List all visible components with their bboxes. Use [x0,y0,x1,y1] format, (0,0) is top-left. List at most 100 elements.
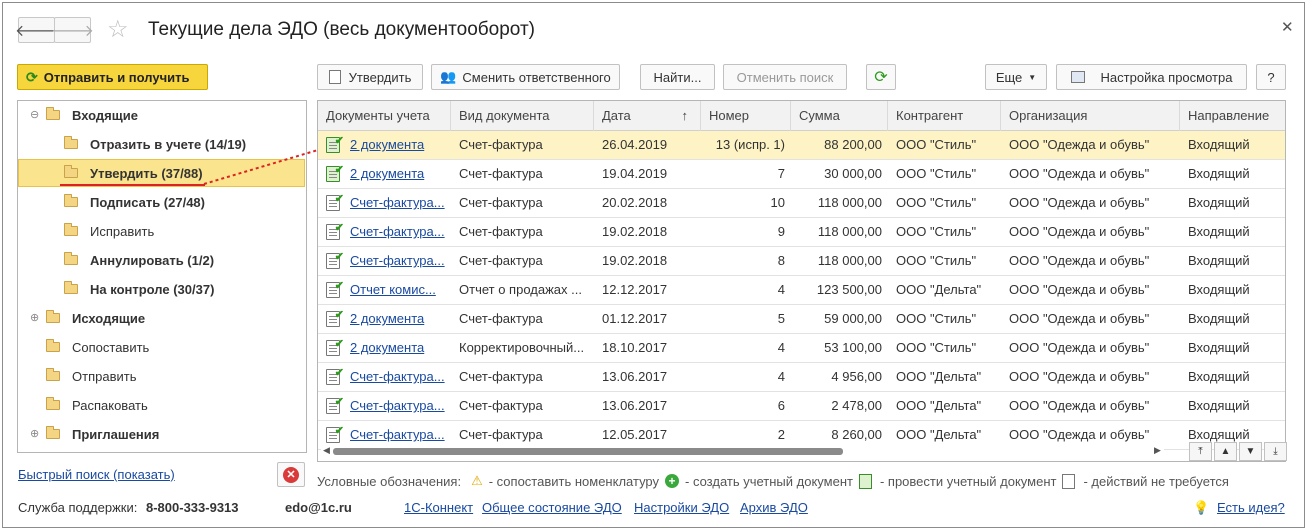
change-responsible-button[interactable]: 👥 Сменить ответственного [431,64,620,90]
scroll-bottom-button[interactable]: ⤓ [1264,442,1287,461]
table-cell-sum: 30 000,00 [824,166,882,181]
table-cell-date: 18.10.2017 [602,340,668,355]
tree-node[interactable]: На контроле (30/37) [64,278,214,300]
table-cell-dir: Входящий [1188,340,1250,355]
table-cell-doc[interactable]: ✔ Счет-фактура... [318,247,451,275]
tree-node[interactable]: Отправить [46,365,136,387]
table-cell-partner: ООО "Стиль" [896,137,977,152]
scroll-down-button[interactable]: ▼ [1239,442,1262,461]
expand-icon[interactable]: ⊕ [30,427,39,440]
collapse-icon[interactable]: ⊖ [30,108,39,121]
column-header[interactable]: Документы учета [318,101,451,131]
link-edo-status[interactable]: Общее состояние ЭДО [482,500,622,515]
table-row[interactable]: ✔ Отчет комис... Отчет о продажах ... 12.12… [318,276,1285,305]
table-row[interactable]: ✔ Счет-фактура... Счет-фактура 13.06.2017 4 4… [318,363,1285,392]
link-1c-connect[interactable]: 1С-Коннект [404,500,473,515]
more-button[interactable]: Еще ▼ [985,64,1047,90]
table-cell-doc[interactable]: ✔ Счет-фактура... [318,218,451,246]
link-edo-archive[interactable]: Архив ЭДО [740,500,808,515]
scroll-top-button[interactable]: ⤒ [1189,442,1212,461]
column-header[interactable]: Организация [1001,101,1180,131]
clear-button[interactable]: ✕ [277,462,305,487]
send-receive-button[interactable]: ⟳ Отправить и получить [17,64,208,90]
column-header[interactable]: Контрагент [888,101,1001,131]
table-row[interactable]: ✔ 2 документа Счет-фактура 19.04.2019 7 30 00… [318,160,1285,189]
table-cell-partner: ООО "Дельта" [896,282,982,297]
scroll-right-icon[interactable]: ▶ [1154,445,1161,456]
refresh-button[interactable]: ⟳ [866,64,896,90]
tree-node-label: Утвердить (37/88) [90,165,203,181]
table-cell-doc[interactable]: ✔ 2 документа [318,334,451,362]
tree-node[interactable]: Подписать (27/48) [64,191,205,213]
table-cell-doc[interactable]: ✔ 2 документа [318,160,451,188]
table-cell-date: 19.04.2019 [602,166,668,181]
table-cell-partner: ООО "Стиль" [896,253,977,268]
tree-node-label: Распаковать [72,397,148,413]
table-row[interactable]: ✔ 2 документа Счет-фактура 26.04.2019 13 (ис… [318,131,1285,160]
table-cell-doc[interactable]: ✔ Отчет комис... [318,276,451,304]
table-row[interactable]: ✔ Счет-фактура... Счет-фактура 19.02.2018 9 1… [318,218,1285,247]
tree-node[interactable]: Аннулировать (1/2) [64,249,214,271]
scroll-left-icon[interactable]: ◀ [323,445,330,456]
folder-icon [46,310,60,323]
quick-search-link[interactable]: Быстрый поиск (показать) [18,467,175,482]
table-header: Документы учета Вид документа Дата ↑ Номер Су… [318,101,1285,131]
tree-node[interactable]: Сопоставить [46,336,149,358]
table-row[interactable]: ✔ Счет-фактура... Счет-фактура 13.06.2017 6 2… [318,392,1285,421]
scrollbar-thumb[interactable] [333,448,843,455]
table-row[interactable]: ✔ Счет-фактура... Счет-фактура 20.02.2018 10… [318,189,1285,218]
column-header[interactable]: Дата ↑ [594,101,701,131]
tree-node[interactable]: Входящие [46,104,138,126]
link-edo-settings[interactable]: Настройки ЭДО [634,500,729,515]
table-cell-partner: ООО "Дельта" [896,369,982,384]
column-header[interactable]: Вид документа [451,101,594,131]
back-button[interactable]: 🡐 [15,17,58,43]
table-cell-org: ООО "Одежда и обувь" [1009,253,1150,268]
tree-node[interactable]: Утвердить (37/88) [64,162,203,184]
warning-icon: ⚠ [471,473,483,488]
cancel-search-button[interactable]: Отменить поиск [723,64,847,90]
no-action-icon: ✔ [326,367,344,385]
table-cell-partner: ООО "Стиль" [896,224,977,239]
folder-icon [46,339,60,352]
ideas-link[interactable]: Есть идея? [1217,500,1285,515]
no-action-icon: ✔ [326,425,344,443]
table-cell-doc[interactable]: ✔ Счет-фактура... [318,392,451,420]
check-icon: ✔ [334,280,344,292]
to-bottom-icon: ⤓ [1273,446,1278,457]
tree-node[interactable]: Распаковать [46,394,148,416]
favorite-star-icon[interactable]: ☆ [107,17,129,43]
forward-button[interactable]: 🡒 [51,17,94,43]
tree-node[interactable]: Приглашения [46,423,159,445]
check-icon: ✔ [334,193,344,205]
check-icon: ✔ [334,396,344,408]
table-cell-partner: ООО "Стиль" [896,166,977,181]
table-cell-partner: ООО "Стиль" [896,311,977,326]
expand-icon[interactable]: ⊕ [30,311,39,324]
approve-button[interactable]: Утвердить [317,64,423,90]
folder-icon [64,194,78,207]
sort-ascending-icon: ↑ [681,108,689,123]
table-row[interactable]: ✔ 2 документа Счет-фактура 01.12.2017 5 59 00… [318,305,1285,334]
column-header[interactable]: Направление [1180,101,1285,131]
tree-node[interactable]: Исправить [64,220,154,242]
table-cell-dir: Входящий [1188,195,1250,210]
horizontal-scrollbar[interactable] [321,444,1164,459]
table-cell-doc[interactable]: ✔ Счет-фактура... [318,363,451,391]
tree-node[interactable]: Исходящие [46,307,145,329]
scroll-up-button[interactable]: ▲ [1214,442,1237,461]
column-header[interactable]: Сумма [791,101,888,131]
table-cell-doc[interactable]: ✔ 2 документа [318,131,451,159]
table-row[interactable]: ✔ 2 документа Корректировочный... 18.10.201… [318,334,1285,363]
table-cell-doc[interactable]: ✔ 2 документа [318,305,451,333]
help-button[interactable]: ? [1256,64,1286,90]
close-icon[interactable]: ✕ [1281,18,1294,36]
find-button[interactable]: Найти... [640,64,715,90]
table-row[interactable]: ✔ Счет-фактура... Счет-фактура 19.02.2018 8 1… [318,247,1285,276]
table-cell-doc[interactable]: ✔ Счет-фактура... [318,189,451,217]
column-header[interactable]: Номер [701,101,791,131]
table-cell-org: ООО "Одежда и обувь" [1009,195,1150,210]
chevron-up-icon: ▲ [1220,446,1231,457]
legend-title: Условные обозначения: [317,473,462,489]
view-settings-button[interactable]: Настройка просмотра [1056,64,1247,90]
